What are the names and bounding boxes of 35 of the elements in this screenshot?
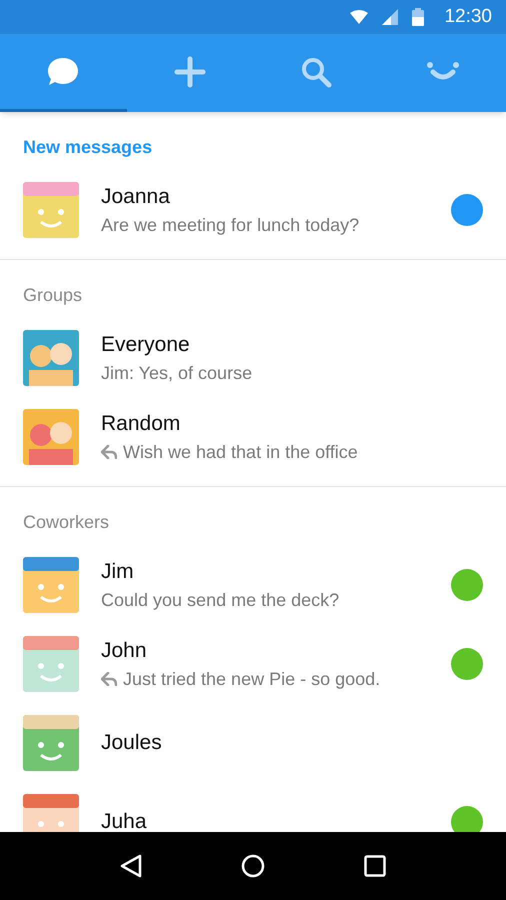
avatar-drawing [23, 556, 79, 612]
contact-name: John [101, 638, 148, 664]
contact-name: Jim [101, 558, 135, 584]
conversation-row[interactable]: Random Wish we had that in the office [0, 397, 506, 476]
signal-icon [382, 9, 398, 25]
avatar-drawing [23, 714, 79, 770]
clock: 12:30 [444, 4, 492, 29]
conversation-row[interactable]: Joules [0, 703, 506, 782]
message-preview: Just tried the new Pie - so good. [123, 668, 380, 690]
avatar-drawing [23, 330, 79, 386]
conversation-row[interactable]: Jim Could you send me the deck? [0, 545, 506, 624]
contact-name: Juha [101, 808, 148, 832]
section-header: Coworkers [23, 512, 110, 532]
avatar-drawing [23, 636, 79, 692]
contact-name: Joules [101, 730, 163, 756]
add-icon [172, 54, 208, 90]
conversation-row[interactable]: John Just tried the new Pie - so good. [0, 624, 506, 703]
message-preview: Jim: Yes, of course [101, 362, 252, 384]
back-icon[interactable] [120, 854, 142, 878]
section-header: New messages [23, 137, 152, 157]
message-preview: Wish we had that in the office [123, 440, 358, 462]
wifi-icon [350, 10, 368, 24]
conversation-row[interactable]: Joanna Are we meeting for lunch today? [0, 170, 506, 249]
avatar-drawing [23, 182, 79, 238]
home-icon[interactable] [240, 854, 265, 878]
contact-name: Random [101, 410, 182, 436]
avatar-drawing [23, 408, 79, 464]
battery-icon [412, 8, 424, 26]
recents-icon[interactable] [364, 855, 386, 877]
message-preview: Are we meeting for lunch today? [101, 214, 360, 236]
message-preview: Could you send me the deck? [101, 588, 340, 610]
section-header: Groups [23, 285, 82, 305]
conversation-row[interactable]: Everyone Jim: Yes, of course [0, 318, 506, 397]
contact-name: Everyone [101, 332, 191, 358]
contact-name: Joanna [101, 184, 171, 210]
